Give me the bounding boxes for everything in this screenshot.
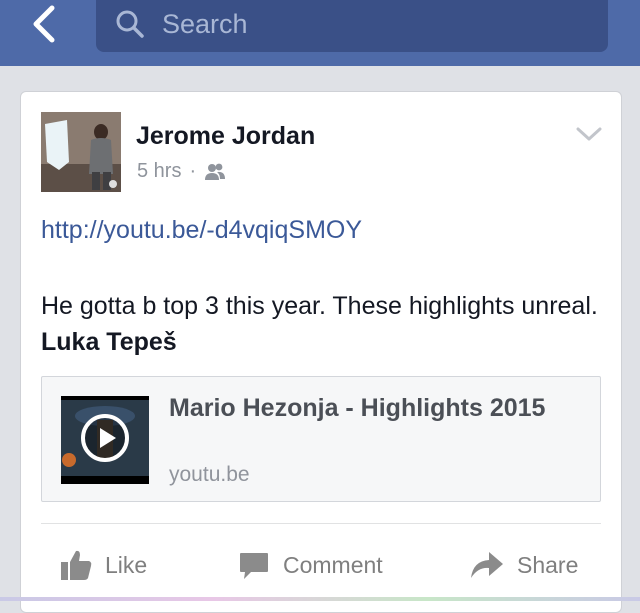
like-label: Like bbox=[105, 551, 148, 578]
meta-separator: · bbox=[189, 160, 197, 182]
chevron-down-icon bbox=[576, 127, 602, 141]
post-meta: 5 hrs · bbox=[137, 160, 226, 183]
post-time[interactable]: 5 hrs bbox=[137, 160, 181, 183]
comment-icon bbox=[240, 553, 268, 579]
post-text: He gotta b top 3 this year. These highli… bbox=[41, 288, 601, 360]
post-link[interactable]: http://youtu.be/-d4vqiqSMOY bbox=[41, 216, 362, 245]
share-button[interactable]: Share bbox=[469, 544, 578, 586]
video-thumbnail[interactable] bbox=[61, 396, 149, 484]
like-button[interactable]: Like bbox=[59, 544, 147, 586]
comment-button[interactable]: Comment bbox=[237, 544, 383, 586]
preview-domain: youtu.be bbox=[169, 463, 250, 486]
thumbs-up-icon bbox=[61, 550, 92, 580]
divider bbox=[41, 523, 601, 524]
top-navigation-bar bbox=[0, 0, 640, 66]
comment-label: Comment bbox=[283, 551, 383, 578]
link-preview[interactable]: Mario Hezonja - Highlights 2015 youtu.be bbox=[41, 376, 601, 502]
avatar-image bbox=[41, 112, 121, 192]
author-name[interactable]: Jerome Jordan bbox=[136, 122, 315, 151]
share-arrow-icon bbox=[471, 552, 503, 578]
back-chevron-icon bbox=[33, 5, 55, 43]
screen-edge-artifact bbox=[0, 597, 640, 601]
search-icon bbox=[116, 10, 144, 38]
tagged-person[interactable]: Luka Tepeš bbox=[41, 328, 177, 356]
friends-icon[interactable] bbox=[204, 162, 226, 182]
back-button[interactable] bbox=[22, 2, 66, 46]
preview-title[interactable]: Mario Hezonja - Highlights 2015 bbox=[169, 391, 569, 425]
search-bar[interactable] bbox=[96, 0, 608, 52]
avatar[interactable] bbox=[41, 112, 121, 192]
video-thumbnail-image bbox=[61, 396, 149, 484]
share-label: Share bbox=[517, 551, 579, 578]
search-input[interactable] bbox=[162, 6, 592, 42]
post-card: Jerome Jordan 5 hrs · http://youtu.be/-d… bbox=[20, 91, 622, 613]
post-options-button[interactable] bbox=[575, 124, 603, 144]
post-body-text: He gotta b top 3 this year. These highli… bbox=[41, 292, 598, 320]
